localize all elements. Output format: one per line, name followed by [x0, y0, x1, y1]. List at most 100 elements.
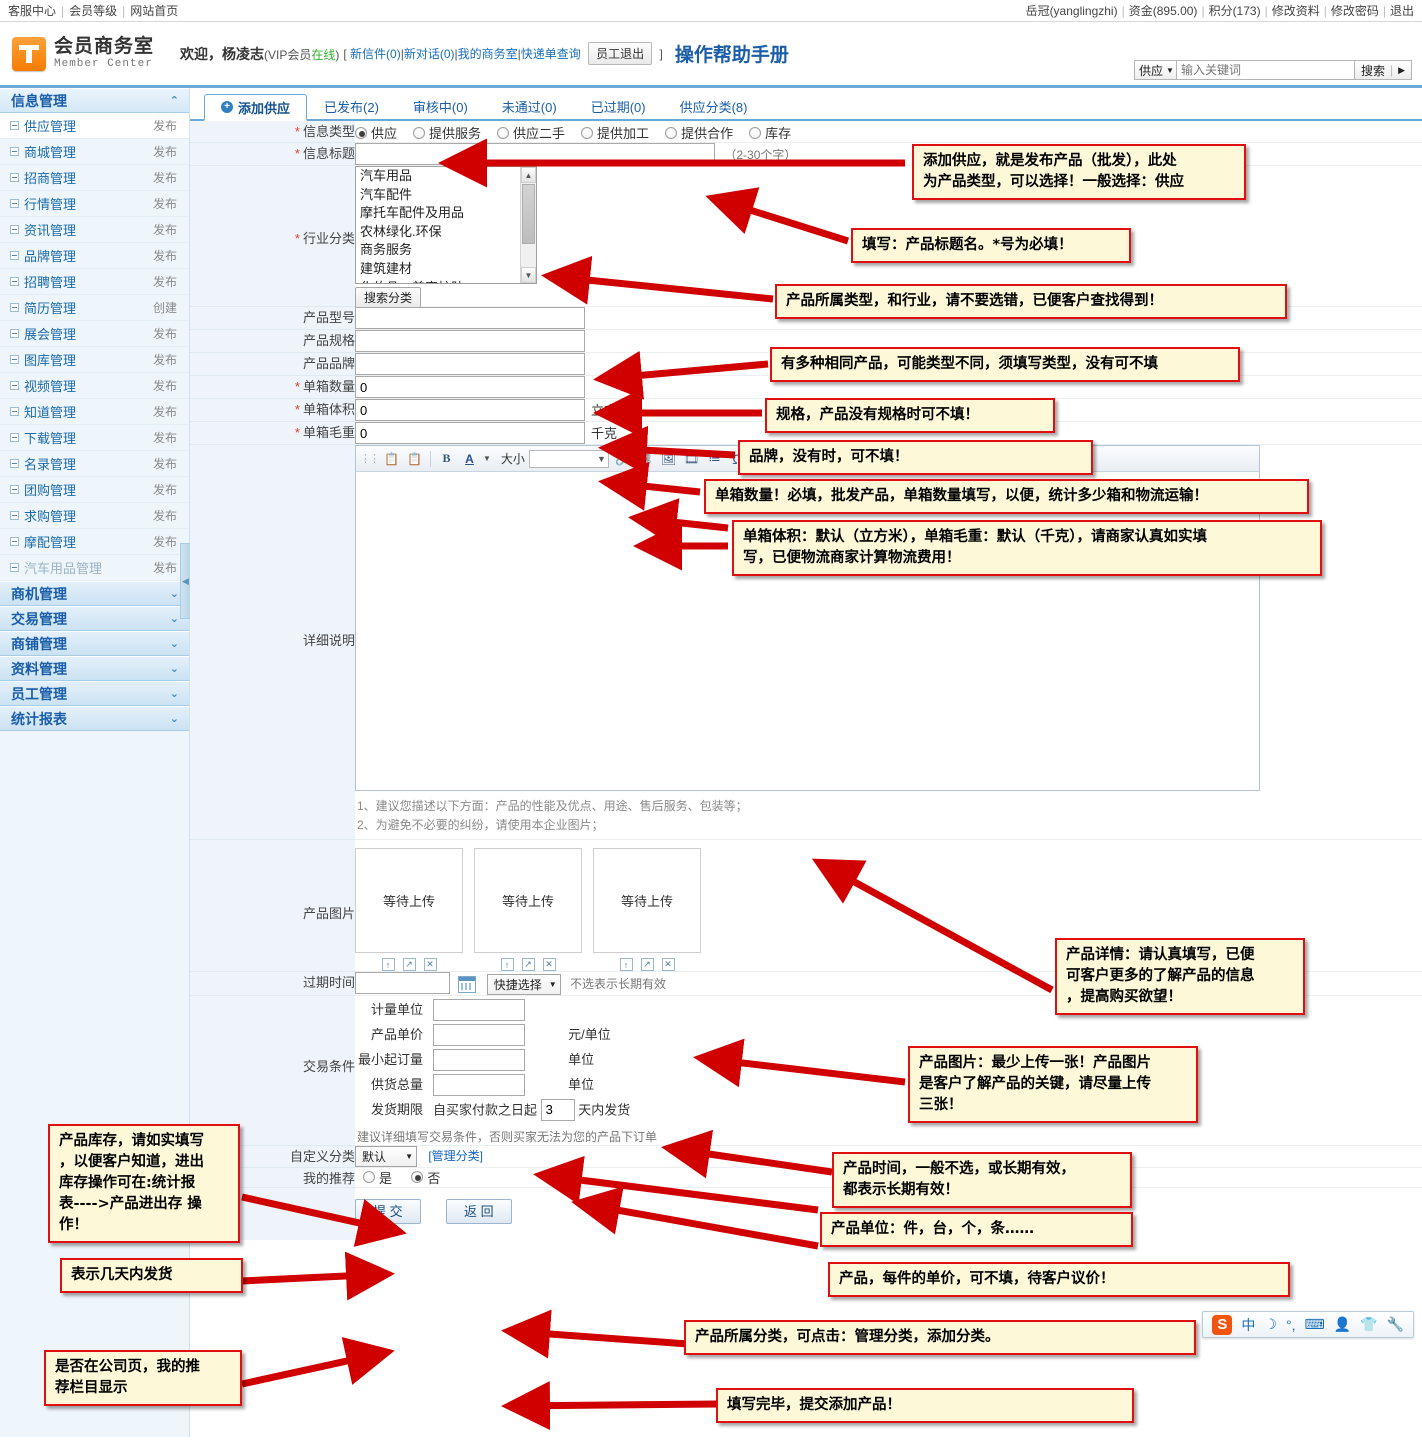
expand-box-icon[interactable] — [10, 303, 19, 312]
back-button[interactable]: 返 回 — [446, 1199, 512, 1224]
attachment-icon[interactable]: 📎 — [820, 449, 839, 468]
expand-box-icon[interactable] — [10, 433, 19, 442]
sidebar-item-action[interactable]: 发布 — [153, 455, 177, 472]
box-qty-input[interactable] — [355, 376, 585, 398]
list-icon[interactable]: ≔ — [705, 449, 724, 468]
sidebar-item-action[interactable]: 发布 — [153, 325, 177, 342]
link-icon[interactable]: 🔗 — [613, 449, 632, 468]
sidebar-item-action[interactable]: 发布 — [153, 247, 177, 264]
sidebar-item-action[interactable]: 发布 — [153, 533, 177, 550]
delete-icon[interactable]: ✕ — [662, 958, 675, 971]
keyboard-icon[interactable]: ⌨ — [1304, 1316, 1324, 1333]
scroll-up-icon[interactable]: ▲ — [521, 167, 536, 183]
sidebar-item-action[interactable]: 发布 — [153, 507, 177, 524]
upload-icon[interactable]: ↑ — [501, 958, 514, 971]
sidebar-group-info[interactable]: 信息管理 ⌃ — [0, 88, 189, 113]
sidebar-item-action[interactable]: 发布 — [153, 351, 177, 368]
expand-box-icon[interactable] — [10, 147, 19, 156]
video-icon[interactable]: 🎞 — [682, 449, 701, 468]
tab-expired[interactable]: 已过期(0) — [574, 92, 663, 119]
tab-add-supply[interactable]: + 添加供应 — [204, 94, 307, 121]
moon-icon[interactable]: ☽ — [1264, 1316, 1277, 1333]
expand-box-icon[interactable] — [10, 459, 19, 468]
recommend-no-option[interactable]: 否 — [411, 1168, 440, 1187]
link-customer-service[interactable]: 客服中心 — [8, 4, 56, 18]
ime-mode-chinese[interactable]: 中 — [1241, 1315, 1255, 1335]
photo-upload-box[interactable]: 等待上传 — [474, 848, 582, 953]
sidebar-item-action[interactable]: 发布 — [153, 429, 177, 446]
search-scope-select[interactable]: 供应▼ — [1134, 60, 1177, 80]
link-edit-profile[interactable]: 修改资料 — [1272, 4, 1320, 18]
sidebar-group-trade[interactable]: 交易管理 ⌄ — [0, 606, 189, 631]
manage-category-link[interactable]: [管理分类] — [428, 1149, 483, 1163]
calendar-icon[interactable] — [458, 976, 476, 993]
expand-box-icon[interactable] — [10, 225, 19, 234]
page-properties-icon[interactable]: ▣ — [843, 449, 862, 468]
open-icon[interactable]: ↗ — [403, 958, 416, 971]
sidebar-item-action[interactable]: 发布 — [153, 169, 177, 186]
link-site-home[interactable]: 网站首页 — [130, 4, 178, 18]
font-size-select[interactable]: ▼ — [529, 450, 609, 468]
industry-option-2[interactable]: 摩托车配件及用品 — [356, 204, 536, 223]
info-type-option-5[interactable]: 库存 — [749, 123, 791, 142]
sidebar-item-0[interactable]: 供应管理发布 — [0, 113, 189, 139]
wrench-icon[interactable]: 🔧 — [1387, 1316, 1404, 1333]
tab-categories[interactable]: 供应分类(8) — [663, 92, 765, 119]
sidebar-item-12[interactable]: 下载管理发布 — [0, 425, 189, 451]
sidebar-item-11[interactable]: 知道管理发布 — [0, 399, 189, 425]
sidebar-item-1[interactable]: 商城管理发布 — [0, 139, 189, 165]
industry-option-0[interactable]: 汽车用品 — [356, 167, 536, 186]
sidebar-item-action[interactable]: 发布 — [153, 273, 177, 290]
sidebar-item-13[interactable]: 名录管理发布 — [0, 451, 189, 477]
scroll-thumb[interactable] — [522, 184, 535, 244]
paste-word-icon[interactable]: 📋 — [382, 449, 401, 468]
sidebar-collapse-handle[interactable]: ◀ — [180, 543, 190, 619]
box-weight-input[interactable] — [355, 422, 585, 444]
link-edit-password[interactable]: 修改密码 — [1331, 4, 1379, 18]
expand-box-icon[interactable] — [10, 511, 19, 520]
photo-upload-box[interactable]: 等待上传 — [355, 848, 463, 953]
link-new-chat[interactable]: 新对话(0) — [404, 47, 455, 61]
logo[interactable]: 会员商务室 Member Center — [0, 37, 180, 71]
paste-plain-icon[interactable]: 📋 — [405, 449, 424, 468]
info-type-option-0[interactable]: 供应 — [355, 123, 397, 142]
brand-input[interactable] — [355, 353, 585, 375]
editor-content-area[interactable] — [356, 472, 1259, 790]
search-category-button[interactable]: 搜索分类 — [355, 287, 421, 309]
sidebar-group-reports[interactable]: 统计报表 ⌄ — [0, 706, 189, 731]
expand-box-icon[interactable] — [10, 485, 19, 494]
link-express-query[interactable]: 快递单查询 — [521, 47, 581, 61]
link-funds[interactable]: 资金(895.00) — [1129, 4, 1198, 18]
shipping-days-input[interactable] — [541, 1099, 575, 1121]
measure-unit-input[interactable] — [433, 999, 525, 1021]
align-center-icon[interactable]: ≡ — [774, 449, 793, 468]
photo-upload-box[interactable]: 等待上传 — [593, 848, 701, 953]
align-right-icon[interactable]: ≡ — [797, 449, 816, 468]
sidebar-group-shop[interactable]: 商铺管理 ⌄ — [0, 631, 189, 656]
open-icon[interactable]: ↗ — [641, 958, 654, 971]
expand-box-icon[interactable] — [10, 121, 19, 130]
sidebar-item-action[interactable]: 发布 — [153, 195, 177, 212]
toolbar-grip-icon[interactable]: ⋮⋮ — [360, 452, 378, 465]
sidebar-item-action[interactable]: 发布 — [153, 117, 177, 134]
sidebar-item-action[interactable]: 创建 — [153, 299, 177, 316]
upload-icon[interactable]: ↑ — [620, 958, 633, 971]
upload-icon[interactable]: ↑ — [382, 958, 395, 971]
spec-input[interactable] — [355, 330, 585, 352]
chevron-down-icon[interactable]: ▼ — [483, 454, 491, 463]
open-icon[interactable]: ↗ — [522, 958, 535, 971]
sidebar-item-16[interactable]: 摩配管理发布 — [0, 529, 189, 555]
search-button[interactable]: 搜索 |▶ — [1355, 60, 1412, 80]
expand-box-icon[interactable] — [10, 199, 19, 208]
expand-box-icon[interactable] — [10, 381, 19, 390]
unlink-icon[interactable]: ⛓ — [636, 449, 655, 468]
info-type-option-4[interactable]: 提供合作 — [665, 123, 733, 142]
sidebar-item-8[interactable]: 展会管理发布 — [0, 321, 189, 347]
delete-icon[interactable]: ✕ — [543, 958, 556, 971]
sidebar-item-action[interactable]: 发布 — [153, 221, 177, 238]
user-icon[interactable]: 👤 — [1334, 1316, 1351, 1333]
sidebar-group-staff[interactable]: 员工管理 ⌄ — [0, 681, 189, 706]
sidebar-item-action[interactable]: 发布 — [153, 481, 177, 498]
expand-box-icon[interactable] — [10, 251, 19, 260]
link-my-office[interactable]: 我的商务室 — [458, 47, 518, 61]
